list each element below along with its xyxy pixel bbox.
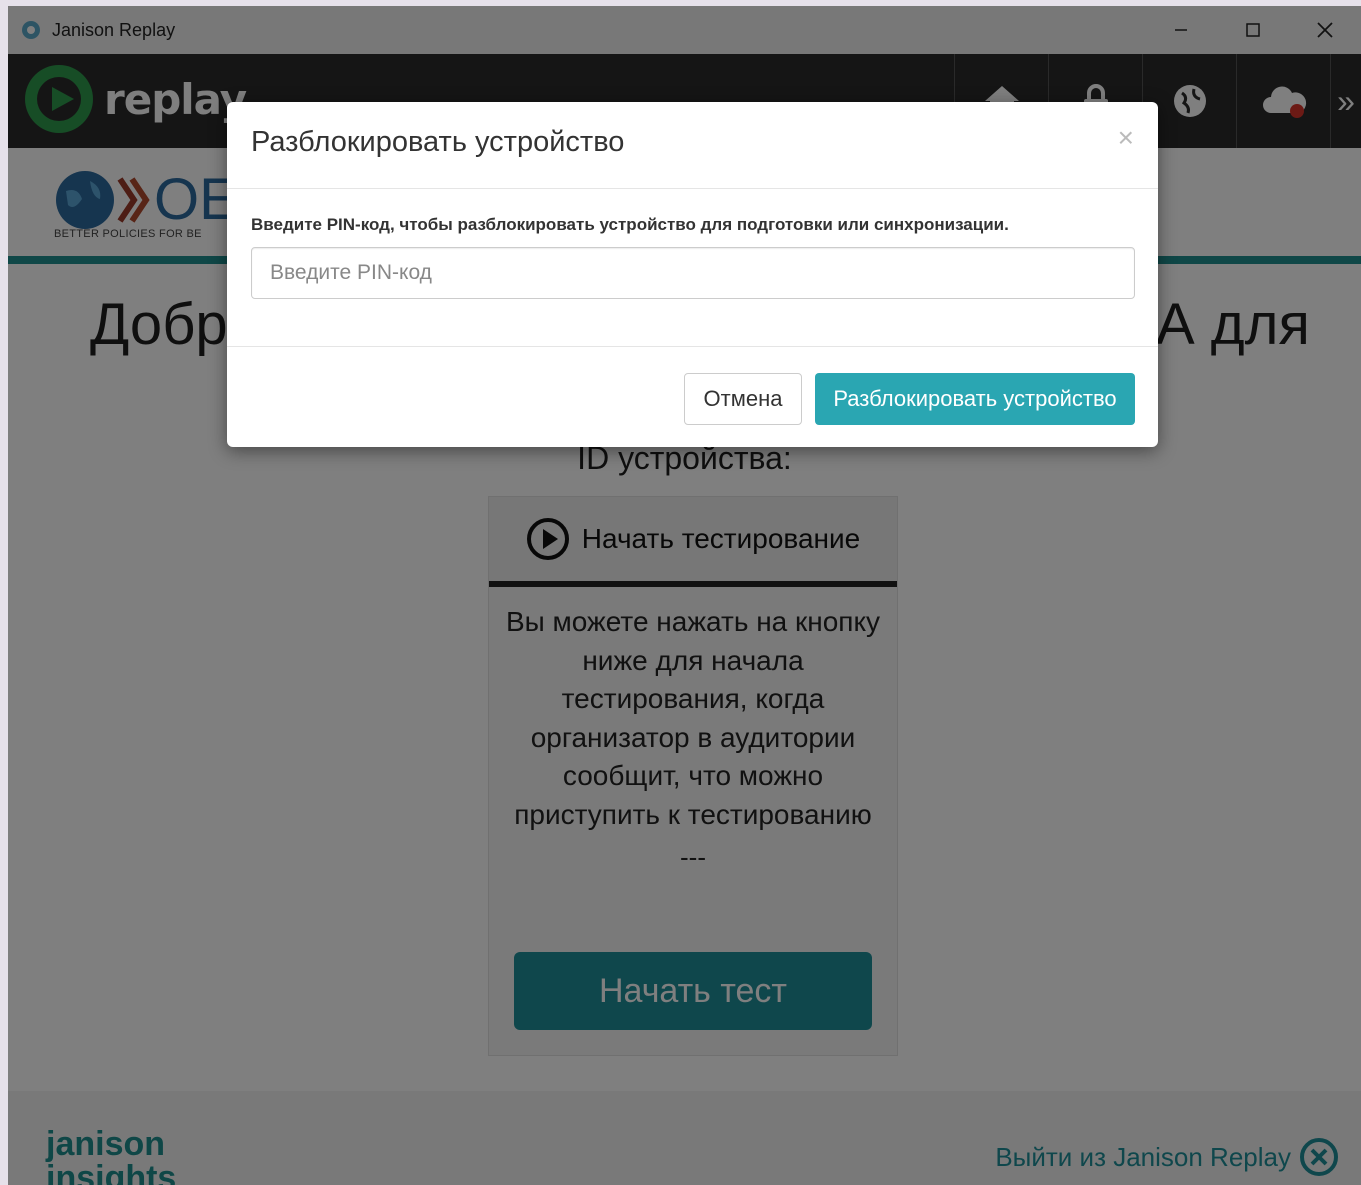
pin-instruction: Введите PIN-код, чтобы разблокировать ус… (251, 215, 1009, 234)
modal-close-button[interactable]: × (1118, 122, 1134, 154)
unlock-device-button[interactable]: Разблокировать устройство (815, 373, 1135, 425)
unlock-device-modal: Разблокировать устройство × Введите PIN-… (227, 102, 1158, 447)
modal-body: Введите PIN-код, чтобы разблокировать ус… (227, 189, 1158, 347)
modal-title: Разблокировать устройство (251, 126, 625, 158)
modal-header: Разблокировать устройство × (227, 102, 1158, 189)
cancel-button[interactable]: Отмена (684, 373, 802, 425)
modal-footer: Отмена Разблокировать устройство (227, 347, 1158, 447)
pin-input[interactable] (251, 247, 1135, 299)
